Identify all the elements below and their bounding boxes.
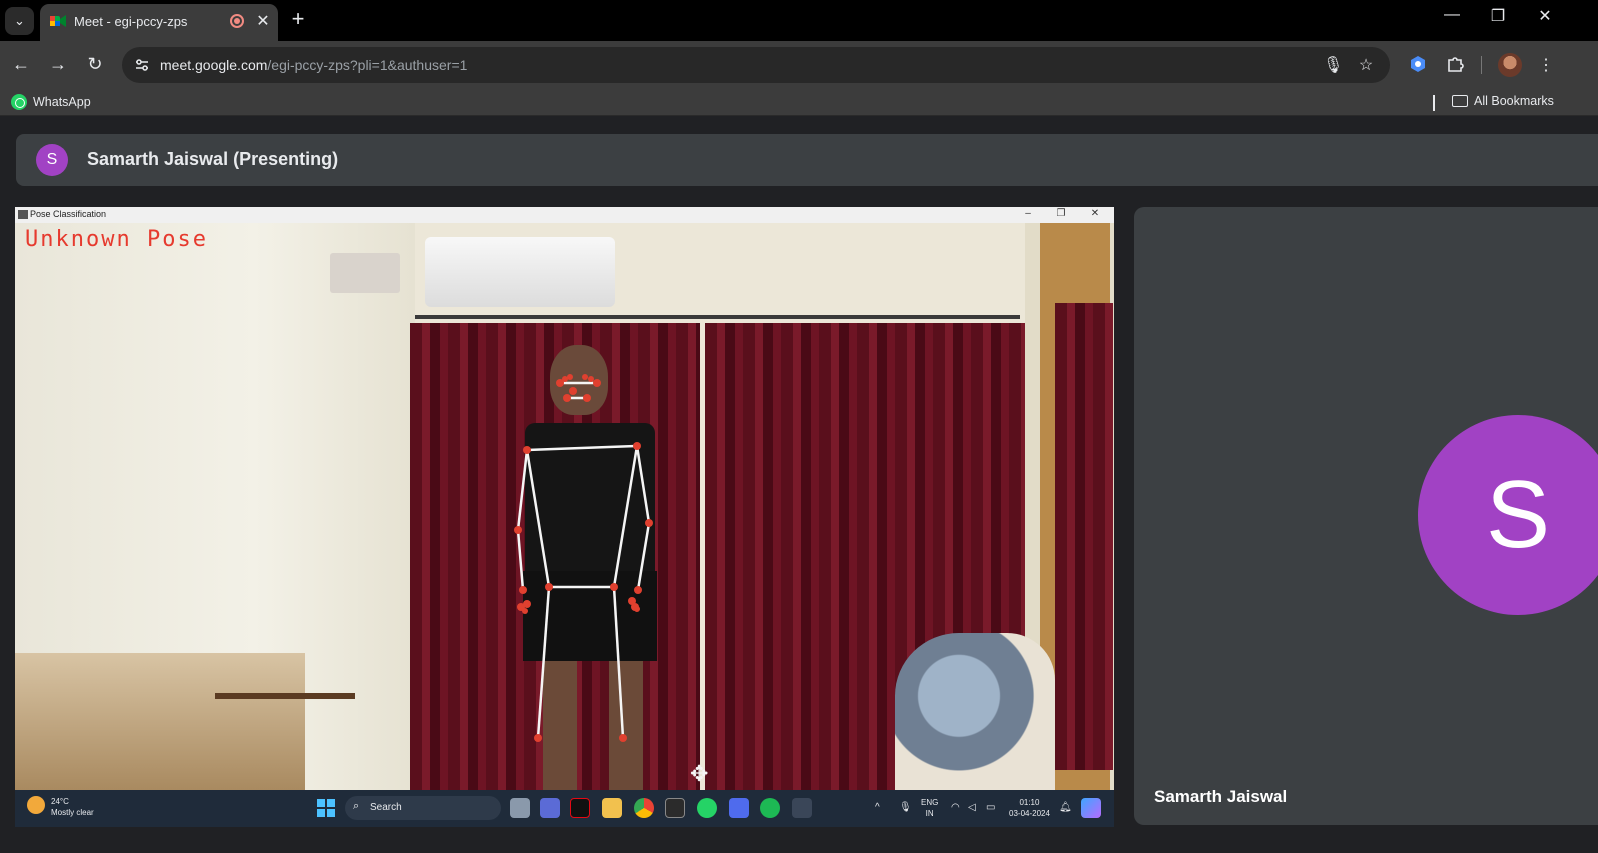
tab-search-icon[interactable]: ⌄	[5, 7, 34, 35]
presenting-bar: S Samarth Jaiswal (Presenting)	[16, 134, 1598, 186]
all-bookmarks[interactable]: All Bookmarks	[1452, 94, 1554, 108]
teams-icon	[729, 798, 749, 818]
chevron-up-icon: ^	[875, 802, 880, 813]
meet-favicon	[50, 15, 66, 27]
notification-icon: 🔔︎	[1059, 802, 1072, 813]
forward-icon[interactable]: →	[47, 53, 69, 75]
search-icon: ⌕	[353, 800, 360, 812]
shared-screen[interactable]: Pose Classification – ❐ ✕ Unknown Pose ✥…	[15, 207, 1114, 827]
python-icon	[792, 798, 812, 818]
app-icon	[18, 210, 28, 219]
tab-meet[interactable]: Meet - egi-pccy-zps ✕	[40, 4, 278, 41]
menu-icon[interactable]: ⋮	[1535, 55, 1557, 75]
webcam-frame: Unknown Pose ✥	[15, 223, 1114, 790]
bookmarks-divider	[1433, 95, 1435, 111]
whatsapp-icon	[11, 94, 27, 110]
clock: 01:10 03-04-2024	[1009, 798, 1050, 818]
pose-window-title: Pose Classification	[30, 209, 107, 219]
wifi-icon: ◠	[951, 802, 960, 813]
weather-desc: Mostly clear	[51, 808, 94, 817]
back-icon[interactable]: ←	[10, 53, 32, 75]
site-info-icon[interactable]	[134, 57, 150, 73]
bookmarks-bar: WhatsApp All Bookmarks	[0, 89, 1598, 116]
mic-icon[interactable]: 🎙︎	[1323, 55, 1343, 75]
puzzle-icon[interactable]	[1444, 55, 1466, 78]
close-icon[interactable]: ✕	[254, 11, 272, 31]
terminal-icon	[665, 798, 685, 818]
close-icon: ✕	[1090, 208, 1100, 219]
taskbar-search: ⌕ Search	[345, 796, 501, 820]
pose-window-titlebar: Pose Classification – ❐ ✕	[15, 207, 1114, 223]
presenter-label: Samarth Jaiswal (Presenting)	[87, 149, 339, 169]
pose-skeleton	[514, 374, 653, 742]
toolbar-divider	[1481, 56, 1482, 74]
teams-icon	[540, 798, 560, 818]
weather-widget: 24°C Mostly clear	[27, 796, 94, 818]
windows-taskbar: 24°C Mostly clear ⌕ Search ^ 🎙︎ ENG IN ◠…	[15, 790, 1114, 827]
tab-strip: ⌄ Meet - egi-pccy-zps ✕ + — ❐ ✕	[0, 0, 1598, 41]
participant-tile[interactable]: S Samarth Jaiswal	[1134, 207, 1598, 825]
file-explorer-icon	[602, 798, 622, 818]
chrome-icon	[634, 798, 654, 818]
url-text: meet.google.com/egi-pccy-zps?pli=1&authu…	[160, 57, 468, 73]
whatsapp-icon	[697, 798, 717, 818]
copilot-icon	[1081, 798, 1101, 818]
task-view-icon	[510, 798, 530, 818]
restore-icon[interactable]: ❐	[1483, 6, 1513, 26]
tab-title: Meet - egi-pccy-zps	[74, 14, 188, 29]
bookmark-whatsapp[interactable]: WhatsApp	[11, 94, 91, 110]
address-bar[interactable]: meet.google.com/egi-pccy-zps?pli=1&authu…	[122, 47, 1390, 83]
presenter-avatar: S	[36, 144, 68, 176]
minimize-icon[interactable]: —	[1437, 6, 1467, 24]
profile-avatar[interactable]	[1498, 53, 1522, 77]
pose-label: Unknown Pose	[25, 227, 208, 252]
minimize-icon: –	[1025, 208, 1031, 219]
volume-icon: ◁	[968, 802, 976, 813]
meet-stage: S Samarth Jaiswal (Presenting) Pose Clas…	[0, 117, 1598, 853]
windows-start-icon	[317, 799, 335, 817]
spotify-icon	[760, 798, 780, 818]
recording-icon	[230, 14, 244, 28]
weather-icon	[27, 796, 45, 814]
participant-avatar: S	[1418, 415, 1598, 615]
new-tab-icon[interactable]: +	[288, 6, 308, 32]
mic-icon: 🎙︎	[899, 802, 912, 813]
netflix-icon	[570, 798, 590, 818]
language-indicator: ENG IN	[921, 798, 939, 818]
weather-temp: 24°C	[51, 797, 69, 806]
close-window-icon[interactable]: ✕	[1530, 6, 1560, 26]
star-icon[interactable]: ☆	[1356, 55, 1376, 75]
participant-name: Samarth Jaiswal	[1154, 787, 1288, 806]
extension-icon[interactable]	[1407, 55, 1429, 78]
browser-toolbar: ← → ↻ meet.google.com/egi-pccy-zps?pli=1…	[0, 41, 1598, 89]
move-cursor-icon: ✥	[690, 761, 709, 786]
reload-icon[interactable]: ↻	[84, 53, 106, 75]
restore-icon: ❐	[1056, 208, 1066, 219]
folder-icon	[1452, 95, 1468, 107]
battery-icon: ▭	[986, 802, 996, 813]
